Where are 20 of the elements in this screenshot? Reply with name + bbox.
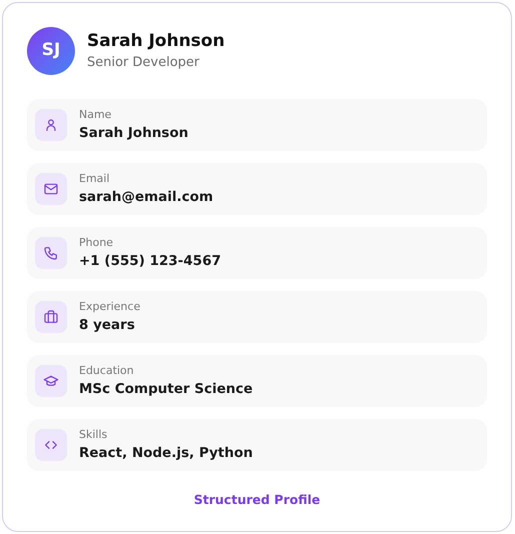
- field-label: Experience: [79, 299, 140, 315]
- field-value: Sarah Johnson: [79, 124, 188, 143]
- field-label: Email: [79, 171, 111, 187]
- field-label: Skills: [79, 427, 108, 443]
- phone-icon: [43, 245, 59, 261]
- envelope-icon: [43, 181, 59, 197]
- field-label: Education: [79, 363, 135, 379]
- briefcase-icon: [43, 309, 59, 325]
- avatar: SJ: [27, 27, 75, 75]
- field-label: Name: [79, 107, 112, 123]
- footer-label: Structured Profile: [194, 491, 320, 509]
- field-value: sarah@email.com: [79, 188, 214, 207]
- profile-title: Senior Developer: [87, 54, 200, 72]
- field-label: Phone: [79, 235, 114, 251]
- graduation-cap-icon: [43, 373, 59, 389]
- profile-name: Sarah Johnson: [87, 30, 225, 53]
- field-value: React, Node.js, Python: [79, 444, 253, 463]
- field-value: MSc Computer Science: [79, 380, 253, 399]
- field-value: 8 years: [79, 316, 136, 335]
- field-value: +1 (555) 123-4567: [79, 252, 221, 271]
